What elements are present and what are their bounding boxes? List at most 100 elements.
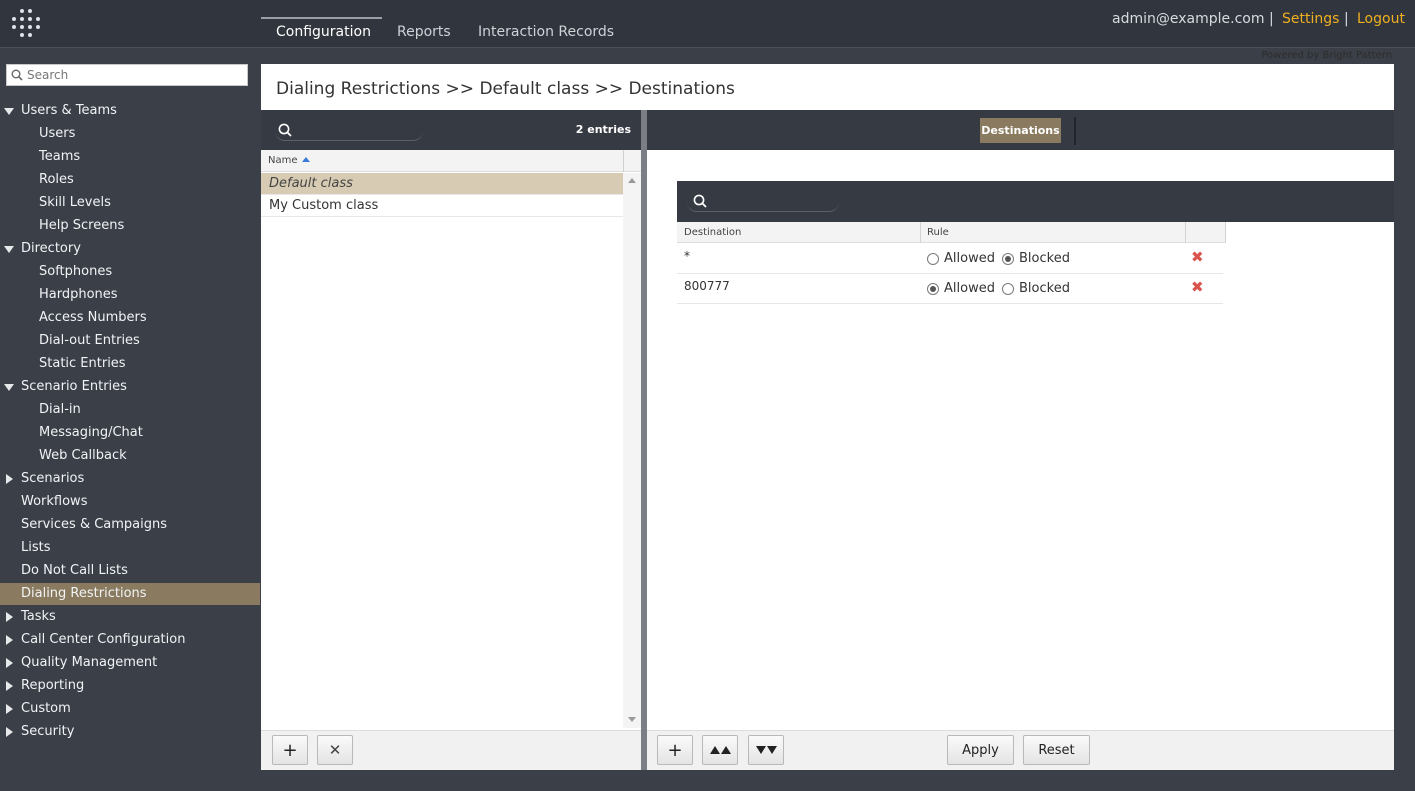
logo-dot: [12, 25, 16, 29]
rule-blocked-radio[interactable]: [1002, 283, 1014, 295]
logout-link[interactable]: Logout: [1357, 11, 1405, 27]
rule-blocked-label: Blocked: [1019, 281, 1070, 296]
settings-link[interactable]: Settings: [1282, 11, 1339, 27]
sidebar-item-quality-management[interactable]: Quality Management: [0, 652, 260, 674]
apply-button[interactable]: Apply: [947, 735, 1014, 765]
collapsed-triangle-icon[interactable]: [6, 612, 13, 622]
detail-footer: + Apply Reset: [647, 730, 1394, 770]
sidebar-item-directory[interactable]: Directory: [0, 238, 260, 260]
expanded-triangle-icon[interactable]: [4, 246, 14, 253]
detail-tabbar: Destinations: [647, 110, 1394, 150]
sidebar-item-access-numbers[interactable]: Access Numbers: [0, 307, 260, 329]
sidebar-item-help-screens[interactable]: Help Screens: [0, 215, 260, 237]
sidebar-item-label: Static Entries: [39, 356, 126, 371]
separator: |: [1344, 11, 1349, 27]
sidebar-item-lists[interactable]: Lists: [0, 537, 260, 559]
sidebar-item-call-center-configuration[interactable]: Call Center Configuration: [0, 629, 260, 651]
logo-dot: [20, 9, 24, 13]
logo-dot: [28, 33, 32, 37]
sidebar-item-scenarios[interactable]: Scenarios: [0, 468, 260, 490]
sidebar-search-input[interactable]: [27, 66, 242, 84]
sidebar-item-dial-in[interactable]: Dial-in: [0, 399, 260, 421]
sidebar-item-reporting[interactable]: Reporting: [0, 675, 260, 697]
app-grid-icon[interactable]: [10, 7, 42, 39]
expanded-triangle-icon[interactable]: [4, 108, 14, 115]
tab-destinations[interactable]: Destinations: [980, 118, 1061, 143]
tab-interaction-records[interactable]: Interaction Records: [478, 24, 614, 40]
sidebar-item-teams[interactable]: Teams: [0, 146, 260, 168]
sidebar-item-web-callback[interactable]: Web Callback: [0, 445, 260, 467]
sidebar-item-security[interactable]: Security: [0, 721, 260, 743]
sidebar-item-label: Softphones: [39, 264, 113, 279]
sidebar-item-scenario-entries[interactable]: Scenario Entries: [0, 376, 260, 398]
delete-class-button[interactable]: ✕: [317, 735, 353, 765]
sidebar-item-custom[interactable]: Custom: [0, 698, 260, 720]
sidebar-item-label: Dial-in: [39, 402, 81, 417]
collapsed-triangle-icon[interactable]: [6, 727, 13, 737]
tab-divider: [1074, 117, 1076, 145]
list-scrollbar[interactable]: [623, 173, 641, 728]
sidebar-item-dial-out-entries[interactable]: Dial-out Entries: [0, 330, 260, 352]
column-divider: [623, 150, 624, 172]
user-email: admin@example.com: [1112, 11, 1265, 27]
collapsed-triangle-icon[interactable]: [6, 658, 13, 668]
sidebar-item-label: Roles: [39, 172, 74, 187]
destinations-search-field[interactable]: [687, 190, 839, 212]
collapsed-triangle-icon[interactable]: [6, 704, 13, 714]
rule-allowed-radio[interactable]: [927, 283, 939, 295]
sidebar-item-skill-levels[interactable]: Skill Levels: [0, 192, 260, 214]
sidebar-item-users[interactable]: Users: [0, 123, 260, 145]
move-up-button[interactable]: [702, 735, 738, 765]
add-destination-button[interactable]: +: [657, 735, 693, 765]
page-title: Dialing Restrictions >> Default class >>…: [276, 79, 735, 99]
sidebar-item-tasks[interactable]: Tasks: [0, 606, 260, 628]
list-search-field[interactable]: [275, 119, 423, 141]
tab-reports[interactable]: Reports: [397, 24, 451, 40]
sidebar-item-label: Scenarios: [21, 471, 85, 486]
collapsed-triangle-icon[interactable]: [6, 635, 13, 645]
column-name-label: Name: [268, 155, 298, 166]
sidebar-item-users-teams[interactable]: Users & Teams: [0, 100, 260, 122]
list-item[interactable]: My Custom class: [261, 195, 623, 217]
search-icon: [693, 194, 707, 208]
move-down-button[interactable]: [748, 735, 784, 765]
logo-dot: [28, 17, 32, 21]
sidebar-item-static-entries[interactable]: Static Entries: [0, 353, 260, 375]
sidebar-item-label: Do Not Call Lists: [21, 563, 128, 578]
list-header: Name: [261, 150, 641, 172]
sidebar-item-label: Access Numbers: [39, 310, 147, 325]
sidebar-item-label: Dialing Restrictions: [21, 586, 147, 601]
reset-button[interactable]: Reset: [1023, 735, 1090, 765]
sidebar-search[interactable]: [6, 64, 248, 86]
sidebar-item-dialing-restrictions[interactable]: Dialing Restrictions: [0, 583, 260, 605]
sidebar-item-do-not-call-lists[interactable]: Do Not Call Lists: [0, 560, 260, 582]
column-header-name[interactable]: Name: [268, 155, 310, 166]
sidebar: Users & Teams Users Teams Roles Skill Levels…: [0, 49, 260, 791]
add-class-button[interactable]: +: [272, 735, 308, 765]
detail-pane: Destinations Destination Rule * Allowed …: [647, 110, 1394, 770]
sidebar-item-label: Custom: [21, 701, 71, 716]
expanded-triangle-icon[interactable]: [4, 384, 14, 391]
collapsed-triangle-icon[interactable]: [6, 681, 13, 691]
tab-configuration[interactable]: Configuration: [276, 24, 371, 40]
delete-row-icon[interactable]: ✖: [1191, 248, 1204, 266]
list-footer: + ✕: [261, 730, 641, 770]
collapsed-triangle-icon[interactable]: [6, 474, 13, 484]
rule-blocked-radio[interactable]: [1002, 253, 1014, 265]
destination-value: *: [684, 249, 690, 263]
sidebar-item-label: Hardphones: [39, 287, 118, 302]
sidebar-item-workflows[interactable]: Workflows: [0, 491, 260, 513]
sidebar-item-hardphones[interactable]: Hardphones: [0, 284, 260, 306]
search-icon: [278, 123, 292, 137]
sidebar-item-softphones[interactable]: Softphones: [0, 261, 260, 283]
sidebar-item-messaging-chat[interactable]: Messaging/Chat: [0, 422, 260, 444]
delete-row-icon[interactable]: ✖: [1191, 278, 1204, 296]
sidebar-item-roles[interactable]: Roles: [0, 169, 260, 191]
list-item[interactable]: Default class: [261, 173, 623, 195]
sidebar-item-services-campaigns[interactable]: Services & Campaigns: [0, 514, 260, 536]
column-header-rule: Rule: [927, 227, 949, 238]
scroll-up-icon[interactable]: [628, 178, 636, 183]
scroll-down-icon[interactable]: [628, 717, 636, 722]
rule-allowed-radio[interactable]: [927, 253, 939, 265]
destination-value: 800777: [684, 279, 730, 293]
